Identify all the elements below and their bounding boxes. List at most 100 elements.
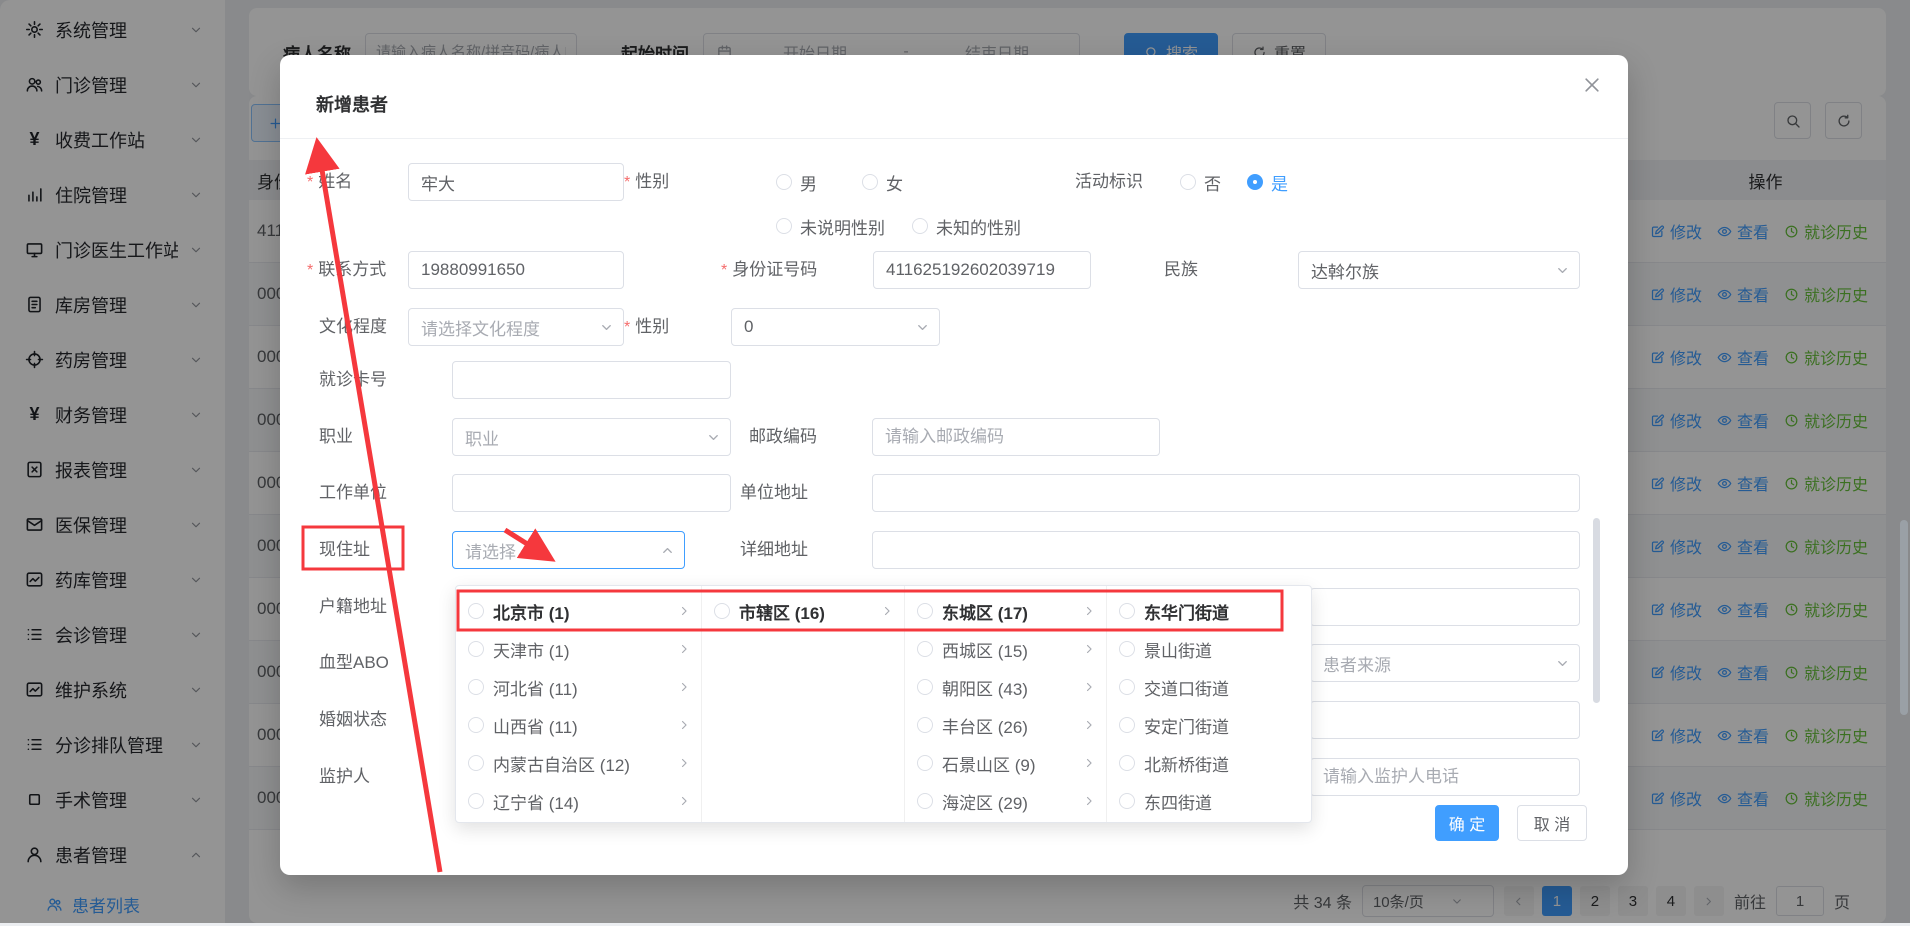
chevron-down-icon (1555, 656, 1570, 671)
cascader-column: 东华门街道景山街道交道口街道安定门街道北新桥街道东四街道 (1107, 586, 1311, 822)
cascader-option-label: 丰台区 (26) (942, 713, 1073, 738)
cascader-option[interactable]: 朝阳区 (43) (905, 668, 1106, 706)
marital-status-right-input[interactable] (1310, 701, 1580, 739)
visit-card-input[interactable] (452, 361, 731, 399)
confirm-button[interactable]: 确 定 (1435, 805, 1499, 841)
radio-icon[interactable] (1119, 603, 1135, 619)
chevron-right-icon (1082, 680, 1096, 694)
cascader-option[interactable]: 内蒙古自治区 (12) (456, 744, 701, 782)
radio-icon[interactable] (917, 679, 933, 695)
active-flag-radio-yes[interactable]: 是 (1247, 163, 1288, 201)
chevron-right-icon (677, 794, 691, 808)
radio-icon[interactable] (1119, 679, 1135, 695)
radio-icon[interactable] (468, 717, 484, 733)
active-flag-radio-no[interactable]: 否 (1180, 163, 1221, 201)
chevron-right-icon (1082, 604, 1096, 618)
radio-icon[interactable] (917, 793, 933, 809)
postal-code-label: 邮政编码 (749, 418, 817, 456)
employer-label: 工作单位 (319, 474, 387, 512)
education-select[interactable]: 请选择文化程度 (408, 308, 624, 346)
contact-label: 联系方式 (307, 251, 386, 289)
name-input[interactable] (408, 163, 624, 201)
cascader-option-label: 北新桥街道 (1144, 751, 1301, 776)
radio-icon[interactable] (468, 755, 484, 771)
chevron-right-icon (677, 604, 691, 618)
detail-address-input[interactable] (872, 531, 1580, 569)
cascader-option[interactable]: 东城区 (17) (905, 592, 1106, 630)
gender-label: 性别 (624, 163, 669, 201)
cascader-option[interactable]: 山西省 (11) (456, 706, 701, 744)
radio-icon[interactable] (714, 603, 730, 619)
radio-icon[interactable] (1119, 793, 1135, 809)
cascader-option-label: 朝阳区 (43) (942, 675, 1073, 700)
chevron-down-icon (706, 430, 721, 445)
chevron-right-icon (677, 718, 691, 732)
postal-code-input[interactable] (872, 418, 1160, 456)
registered-address-right-input[interactable] (1310, 588, 1580, 626)
cascader-option-label: 内蒙古自治区 (12) (493, 751, 668, 776)
gender-code-select[interactable]: 0 (731, 308, 940, 346)
current-address-label: 现住址 (319, 531, 370, 569)
radio-icon[interactable] (1119, 755, 1135, 771)
close-icon[interactable] (1582, 75, 1602, 95)
cascader-option[interactable]: 辽宁省 (14) (456, 782, 701, 820)
gender-radio-unspecified[interactable]: 未说明性别 (776, 207, 885, 245)
gender-radio-unknown[interactable]: 未知的性别 (912, 207, 1021, 245)
active-flag-label: 活动标识 (1075, 163, 1143, 201)
chevron-down-icon (1555, 263, 1570, 278)
guardian-phone-input[interactable] (1310, 758, 1580, 796)
page-scrollbar[interactable] (1900, 520, 1908, 715)
chevron-up-icon (660, 543, 675, 558)
cascader-column: 市辖区 (16) (702, 586, 905, 822)
cascader-column: 东城区 (17)西城区 (15) 朝阳区 (43) 丰台区 (26) 石景山区 (9)… (905, 586, 1107, 822)
employer-input[interactable] (452, 474, 731, 512)
visit-card-label: 就诊卡号 (319, 361, 387, 399)
cascader-option[interactable]: 景山街道 (1107, 630, 1311, 668)
radio-icon[interactable] (1119, 717, 1135, 733)
cascader-option[interactable]: 天津市 (1) (456, 630, 701, 668)
modal-scrollbar[interactable] (1593, 518, 1600, 703)
employer-address-input[interactable] (872, 474, 1580, 512)
cascader-option[interactable]: 海淀区 (29) (905, 782, 1106, 820)
cancel-button[interactable]: 取 消 (1517, 805, 1587, 841)
radio-icon[interactable] (468, 641, 484, 657)
chevron-down-icon (915, 320, 930, 335)
address-cascader-dropdown: 北京市 (1)天津市 (1) 河北省 (11) 山西省 (11) 内蒙古自治区 (12… (455, 585, 1312, 823)
radio-icon[interactable] (468, 793, 484, 809)
id-number-input[interactable] (873, 251, 1091, 289)
cascader-option[interactable]: 丰台区 (26) (905, 706, 1106, 744)
radio-icon[interactable] (917, 755, 933, 771)
cascader-option[interactable]: 石景山区 (9) (905, 744, 1106, 782)
contact-input[interactable] (408, 251, 624, 289)
radio-icon[interactable] (917, 717, 933, 733)
cascader-option[interactable]: 北新桥街道 (1107, 744, 1311, 782)
ethnicity-select[interactable]: 达斡尔族 (1298, 251, 1580, 289)
radio-icon[interactable] (917, 641, 933, 657)
occupation-select[interactable]: 职业 (452, 418, 731, 456)
occupation-label: 职业 (319, 418, 353, 456)
cascader-option[interactable]: 东华门街道 (1107, 592, 1311, 630)
patient-source-select[interactable]: 患者来源 (1310, 644, 1580, 682)
chevron-down-icon (599, 320, 614, 335)
marital-status-label: 婚姻状态 (319, 701, 387, 739)
gender-radio-female[interactable]: 女 (862, 163, 903, 201)
gender-code-label: 性别 (624, 308, 669, 346)
cascader-option[interactable]: 市辖区 (16) (702, 592, 904, 630)
cascader-option[interactable]: 河北省 (11) (456, 668, 701, 706)
gender-radio-male[interactable]: 男 (776, 163, 817, 201)
radio-checked-icon (1247, 174, 1263, 190)
education-label: 文化程度 (319, 308, 387, 346)
radio-icon[interactable] (468, 679, 484, 695)
cascader-option[interactable]: 东四街道 (1107, 782, 1311, 820)
ethnicity-label: 民族 (1164, 251, 1198, 289)
cascader-option[interactable]: 安定门街道 (1107, 706, 1311, 744)
cascader-option[interactable]: 西城区 (15) (905, 630, 1106, 668)
cascader-option[interactable]: 北京市 (1) (456, 592, 701, 630)
radio-icon[interactable] (468, 603, 484, 619)
cascader-option[interactable]: 交道口街道 (1107, 668, 1311, 706)
radio-icon[interactable] (1119, 641, 1135, 657)
current-address-cascader[interactable]: 请选择 (452, 531, 685, 569)
cascader-option-label: 河北省 (11) (493, 675, 668, 700)
radio-icon[interactable] (917, 603, 933, 619)
add-patient-modal: 新增患者 姓名 性别 男 女 活动标识 否 是 未说明性别 未知的性别 联系方式… (280, 55, 1628, 875)
